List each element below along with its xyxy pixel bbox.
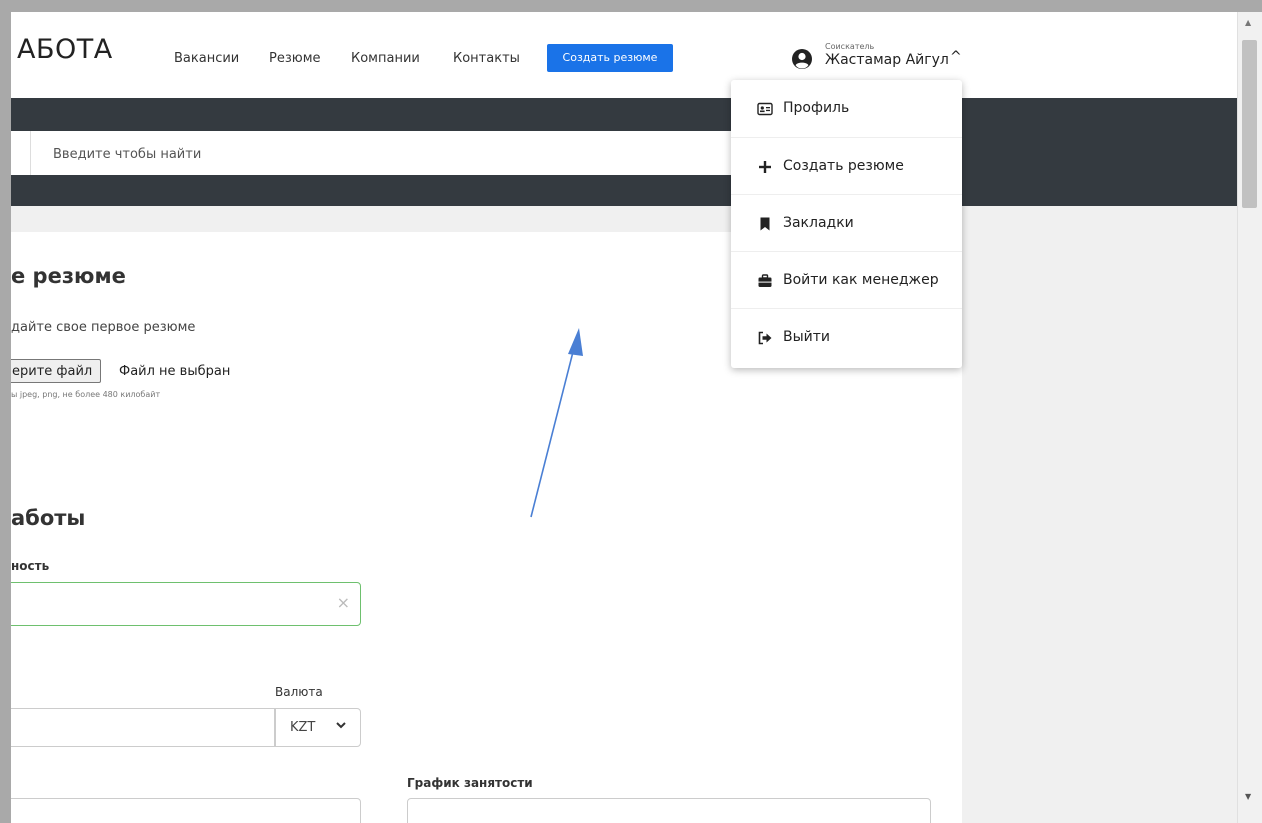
create-resume-button[interactable]: Создать резюме: [547, 44, 673, 72]
site-logo[interactable]: АБОТА: [17, 34, 113, 65]
file-hint: ы jpeg, png, не более 480 килобайт: [11, 390, 161, 399]
right-sidebar: [962, 206, 1237, 823]
menu-item-login-as-manager[interactable]: Войти как менеджер: [731, 251, 962, 308]
chevron-down-icon: [336, 722, 346, 729]
search-input[interactable]: [51, 141, 735, 167]
caret-up-icon: ^: [950, 49, 962, 65]
menu-item-create-resume[interactable]: Создать резюме: [731, 137, 962, 194]
user-name: Жастамар Айгул: [825, 52, 949, 68]
sign-out-icon: [758, 331, 772, 345]
vertical-scrollbar[interactable]: ▲ ▼: [1237, 12, 1262, 823]
menu-item-label: Создать резюме: [783, 158, 904, 174]
user-menu-toggle[interactable]: Соискатель Жастамар Айгул ^: [791, 42, 991, 76]
scroll-down-icon[interactable]: ▼: [1245, 792, 1251, 801]
nav-link-contacts[interactable]: Контакты: [453, 51, 520, 66]
position-label: ность: [11, 559, 50, 573]
scrollbar-thumb[interactable]: [1242, 40, 1257, 208]
choose-file-button[interactable]: ерите файл: [11, 359, 102, 383]
id-card-icon: [757, 102, 773, 116]
menu-item-label: Выйти: [783, 329, 831, 345]
user-dropdown-menu: Профиль Создать резюме Закладки Войти ка…: [731, 80, 962, 368]
file-status: Файл не выбран: [119, 364, 231, 379]
schedule-select[interactable]: [407, 798, 931, 823]
menu-item-label: Профиль: [783, 100, 850, 116]
user-circle-icon: [792, 49, 812, 69]
user-role: Соискатель: [825, 42, 875, 51]
browser-page: АБОТА Вакансии Резюме Компании Контакты …: [11, 12, 1262, 823]
position-input[interactable]: ×: [11, 582, 361, 626]
briefcase-icon: [758, 274, 772, 287]
menu-item-bookmarks[interactable]: Закладки: [731, 194, 962, 251]
currency-select[interactable]: KZT: [275, 708, 361, 747]
clear-icon[interactable]: ×: [337, 593, 350, 612]
nav-link-companies[interactable]: Компании: [351, 51, 420, 66]
annotation-arrow: [530, 328, 583, 518]
nav-link-resumes[interactable]: Резюме: [269, 51, 321, 66]
menu-item-label: Закладки: [783, 215, 854, 231]
nav-link-vacancies[interactable]: Вакансии: [174, 51, 239, 66]
menu-item-logout[interactable]: Выйти: [731, 308, 962, 365]
section-title: аботы: [11, 506, 86, 530]
currency-label: Валюта: [275, 685, 323, 699]
menu-item-label: Войти как менеджер: [783, 272, 939, 288]
menu-item-profile[interactable]: Профиль: [731, 80, 962, 137]
search-divider: [30, 131, 31, 175]
plus-icon: [759, 161, 771, 173]
scroll-up-icon[interactable]: ▲: [1245, 18, 1251, 27]
salary-input[interactable]: [11, 708, 275, 747]
bookmark-icon: [760, 217, 770, 231]
page-title: е резюме: [11, 264, 126, 288]
schedule-label: График занятости: [407, 776, 533, 790]
form-field-input[interactable]: [11, 798, 361, 823]
page-subtitle: дайте свое первое резюме: [11, 320, 196, 335]
currency-value: KZT: [290, 720, 316, 735]
